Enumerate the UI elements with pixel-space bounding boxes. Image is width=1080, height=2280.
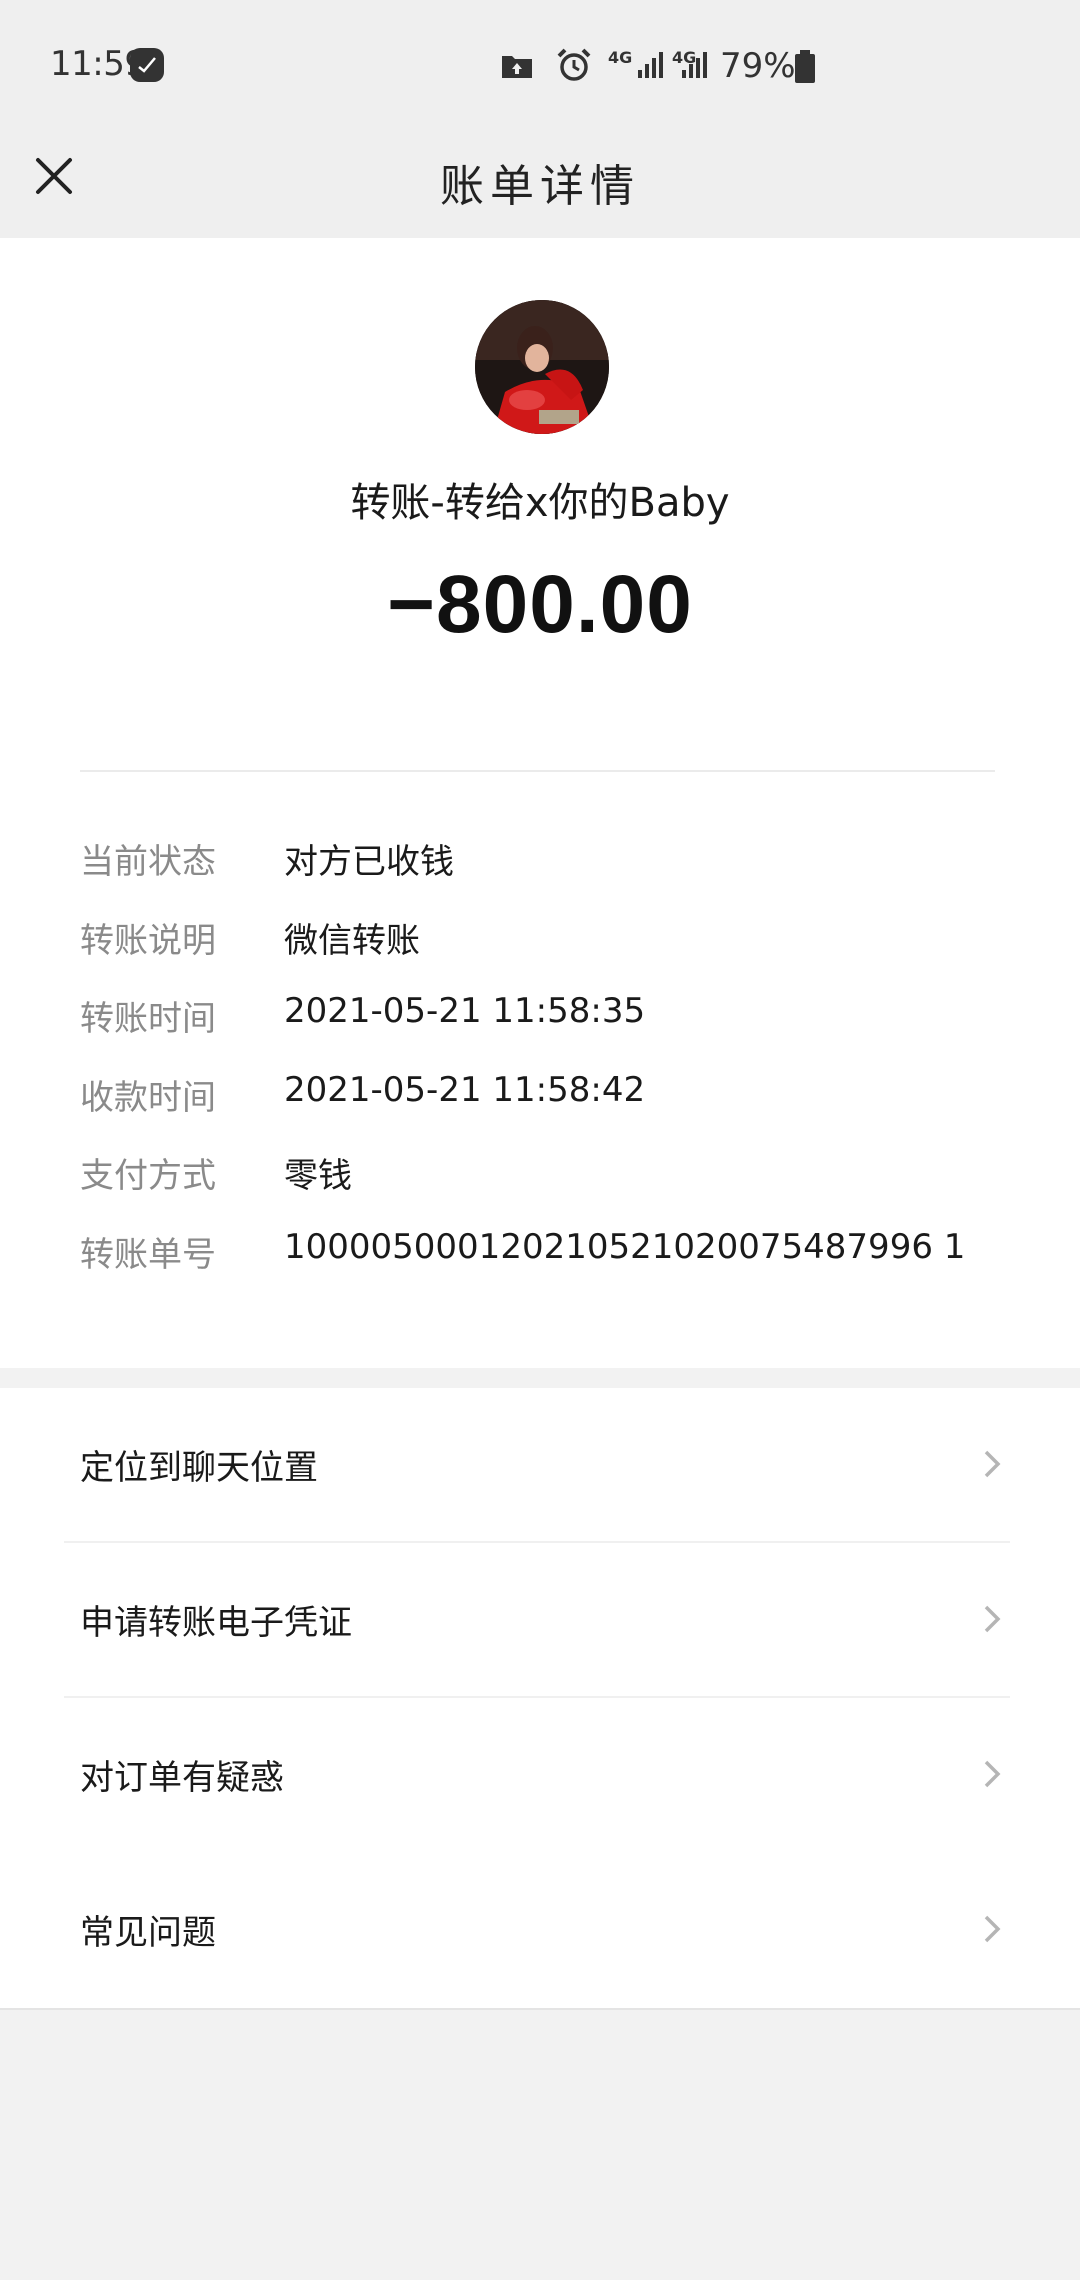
detail-row-receive-time: 收款时间 2021-05-21 11:58:42	[0, 1052, 1080, 1131]
detail-row-transaction-id: 转账单号 100005000120210521020075487996 1	[0, 1209, 1080, 1288]
detail-label: 转账时间	[80, 999, 216, 1039]
empty-area	[0, 2010, 1080, 2280]
detail-label: 支付方式	[80, 1156, 216, 1196]
detail-value: 微信转账	[284, 920, 420, 961]
detail-value: 2021-05-21 11:58:35	[284, 991, 646, 1031]
detail-label: 当前状态	[80, 842, 216, 882]
detail-row-note: 转账说明 微信转账	[0, 895, 1080, 974]
menu-item-request-voucher[interactable]: 申请转账电子凭证	[0, 1543, 1080, 1698]
chevron-right-icon	[984, 1915, 1001, 1943]
nav-bar: 账单详情	[0, 130, 1080, 238]
battery-icon	[795, 50, 815, 83]
detail-value[interactable]: 100005000120210521020075487996 1	[284, 1227, 965, 1267]
menu-item-order-question[interactable]: 对订单有疑惑	[0, 1698, 1080, 1853]
transfer-amount: −800.00	[387, 559, 693, 650]
detail-label: 转账单号	[80, 1234, 216, 1275]
alarm-icon	[557, 48, 591, 81]
status-icons: 4G 4G 79%	[0, 40, 1080, 90]
chevron-right-icon	[984, 1605, 1001, 1633]
menu-item-locate-chat[interactable]: 定位到聊天位置	[0, 1388, 1080, 1543]
page-title: 账单详情	[440, 161, 640, 212]
detail-list: 当前状态 对方已收钱 转账说明 微信转账 转账时间 2021-05-21 11:…	[0, 816, 1080, 1287]
divider	[80, 770, 995, 772]
detail-row-transfer-time: 转账时间 2021-05-21 11:58:35	[0, 973, 1080, 1052]
signal-icon	[638, 52, 663, 78]
action-menu: 定位到聊天位置 申请转账电子凭证 对订单有疑惑 常见问题	[0, 1388, 1080, 2010]
signal-icon-2	[682, 52, 707, 78]
upload-icon	[502, 56, 532, 78]
menu-item-faq[interactable]: 常见问题	[0, 1853, 1080, 2008]
network-type-1: 4G	[608, 48, 633, 67]
detail-value: 零钱	[284, 1156, 352, 1196]
menu-item-label: 对订单有疑惑	[80, 1758, 284, 1798]
chevron-right-icon	[984, 1450, 1001, 1478]
detail-row-status: 当前状态 对方已收钱	[0, 816, 1080, 895]
payee-name: 转账-转给x你的Baby	[350, 480, 730, 526]
menu-item-label: 常见问题	[80, 1913, 216, 1953]
transfer-detail-card: 转账-转给x你的Baby −800.00 当前状态 对方已收钱 转账说明 微信转…	[0, 238, 1080, 1368]
detail-label: 收款时间	[80, 1077, 216, 1118]
chevron-right-icon	[984, 1760, 1001, 1788]
detail-value: 2021-05-21 11:58:42	[284, 1069, 646, 1110]
status-bar: 11:59 4G 4G 79%	[0, 0, 1080, 130]
detail-row-payment-method: 支付方式 零钱	[0, 1130, 1080, 1209]
avatar[interactable]	[475, 300, 609, 434]
menu-item-label: 申请转账电子凭证	[80, 1603, 352, 1643]
menu-item-label: 定位到聊天位置	[80, 1448, 318, 1488]
battery-percent: 79%	[720, 46, 796, 86]
detail-label: 转账说明	[80, 920, 216, 961]
detail-value: 对方已收钱	[284, 842, 454, 882]
